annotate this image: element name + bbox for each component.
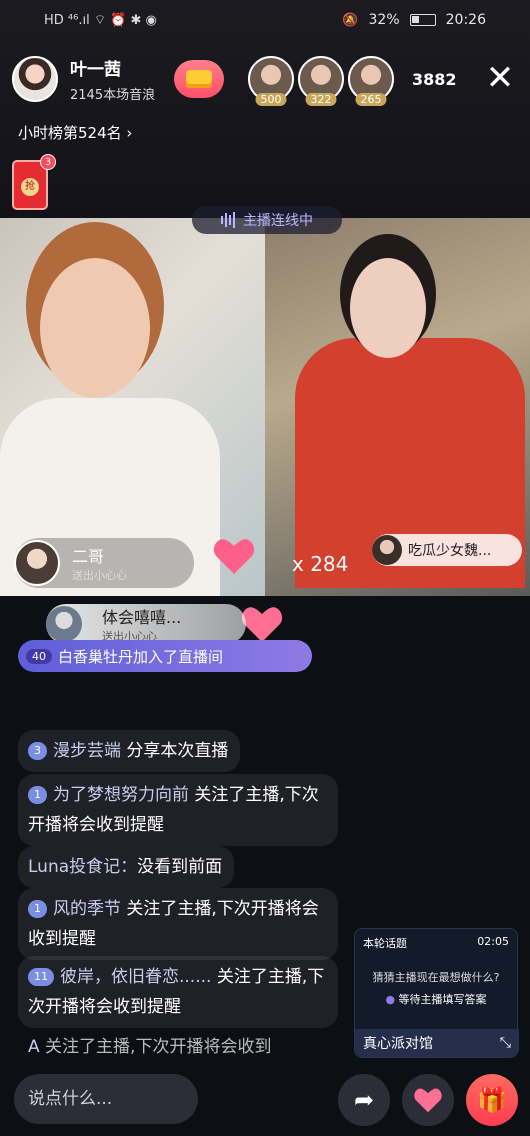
follow-gift-button[interactable] (174, 60, 224, 98)
heart-like-button[interactable] (402, 1074, 454, 1126)
join-text: 白香巢牡丹加入了直播间 (58, 647, 224, 666)
chat-message[interactable]: 11 彼岸，依旧眷恋...... 关注了主播,下次开播将会收到提醒 (18, 956, 338, 1028)
mute-icon: 🔕 (342, 12, 359, 28)
connect-label: 主播连线中 (243, 213, 313, 229)
guest-avatar (372, 535, 402, 565)
status-icons: HD ⁴⁶.ıl ⌔ ⏰ ✱ ◉ (44, 13, 157, 28)
chevron-right-icon: › (126, 124, 133, 142)
level-badge: 1 (28, 786, 47, 804)
chat-message[interactable]: 1 风的季节 关注了主播,下次开播将会收到提醒 (18, 888, 338, 960)
chat-message[interactable]: 1 为了梦想努力向前 关注了主播,下次开播将会收到提醒 (18, 774, 338, 846)
join-notice: 40 白香巢牡丹加入了直播间 (18, 640, 312, 672)
viewer-contribution: 265 (355, 93, 387, 106)
topic-title: 本轮话题 (363, 937, 407, 950)
viewer-count[interactable]: 3882 (412, 70, 457, 89)
gift-banner-avatar (46, 606, 82, 642)
topic-timer: 02:05 (477, 935, 509, 948)
gift-sender-sub: 送出小心心 (72, 569, 127, 582)
hourly-rank-link[interactable]: 小时榜第524名 › (18, 122, 132, 143)
close-icon[interactable]: ✕ (482, 60, 518, 96)
heart-icon (414, 1088, 442, 1113)
topic-card[interactable]: 本轮话题 02:05 猜猜主播现在最想做什么? ● 等待主播填写答案 真心派对馆… (354, 928, 519, 1058)
rank-text: 小时榜第524名 (18, 124, 122, 142)
purple-dot-icon: ● (385, 993, 396, 1006)
viewer-contribution: 322 (305, 93, 337, 106)
connect-tag: 主播连线中 (192, 206, 342, 234)
chat-message[interactable]: 3 漫步芸端 分享本次直播 (18, 730, 241, 772)
gift-box-icon (186, 70, 212, 88)
status-bar: HD ⁴⁶.ıl ⌔ ⏰ ✱ ◉ 🔕 32% 20:26 (0, 0, 530, 40)
chat-user[interactable]: 为了梦想努力向前 (53, 785, 189, 805)
chat-message[interactable]: Luna投食记：没看到前面 (18, 846, 235, 888)
guest-name: 吃瓜少女魏... (408, 543, 492, 559)
chat-user[interactable]: Luna投食记： (28, 857, 137, 877)
battery-percent: 32% (368, 12, 400, 28)
clock: 20:26 (445, 12, 486, 28)
chat-user[interactable]: 风的季节 (53, 899, 121, 919)
chat-body: 分享本次直播 (126, 741, 229, 761)
chat-body: 没看到前面 (137, 857, 223, 877)
gift-banner: 体会嘻嘻... 送出小心心 (46, 604, 246, 644)
gift-banner-name: 体会嘻嘻... (102, 608, 182, 627)
collapse-icon[interactable]: ⤡ (500, 1035, 511, 1051)
level-badge: 1 (28, 900, 47, 918)
chat-message[interactable]: A 关注了主播,下次开播将会收到 (18, 1026, 283, 1068)
heart-icon (241, 607, 283, 642)
heart-icon (213, 539, 255, 574)
anchor-avatar[interactable] (12, 56, 58, 102)
red-packet-count: 3 (40, 154, 56, 170)
topic-answer: 等待主播填写答案 (398, 993, 487, 1006)
gift-sender-avatar (14, 540, 60, 586)
viewer-contribution: 500 (255, 93, 287, 106)
gift-multiplier: x 284 (292, 552, 349, 576)
top-viewer-avatar[interactable]: 322 (298, 56, 344, 106)
chat-user[interactable]: 彼岸，依旧眷恋...... (60, 967, 211, 987)
anchor-score: 2145本场音浪 (70, 88, 156, 103)
share-icon[interactable]: ➦ (338, 1074, 390, 1126)
top-viewer-avatar[interactable]: 500 (248, 56, 294, 106)
gift-notification: 二哥 送出小心心 (14, 538, 194, 588)
red-packet-label: 抢 (21, 178, 39, 196)
comment-input[interactable]: 说点什么... (14, 1074, 198, 1124)
host-face (40, 258, 150, 398)
guest-name-tag[interactable]: 吃瓜少女魏... (372, 534, 522, 566)
gift-sender-name: 二哥 (72, 547, 105, 566)
topic-question: 猜猜主播现在最想做什么? (372, 971, 500, 984)
level-badge: 11 (28, 968, 54, 986)
chat-user[interactable]: A (28, 1037, 40, 1057)
chat-body: 关注了主播,下次开播将会收到 (45, 1037, 272, 1057)
top-bar: HD ⁴⁶.ıl ⌔ ⏰ ✱ ◉ 🔕 32% 20:26 叶一茜 2145本场音… (0, 0, 530, 218)
red-packet[interactable]: 抢 3 (12, 154, 56, 210)
guest-face (350, 258, 426, 358)
top-viewer-avatar[interactable]: 265 (348, 56, 394, 106)
topic-footer: 真心派对馆 (363, 1036, 433, 1052)
anchor-name: 叶一茜 (70, 60, 121, 80)
audio-wave-icon (221, 212, 235, 228)
chat-user[interactable]: 漫步芸端 (53, 741, 121, 761)
level-badge: 3 (28, 742, 47, 760)
join-level-badge: 40 (26, 648, 52, 664)
battery-icon (409, 14, 436, 26)
gift-icon[interactable]: 🎁 (466, 1074, 518, 1126)
